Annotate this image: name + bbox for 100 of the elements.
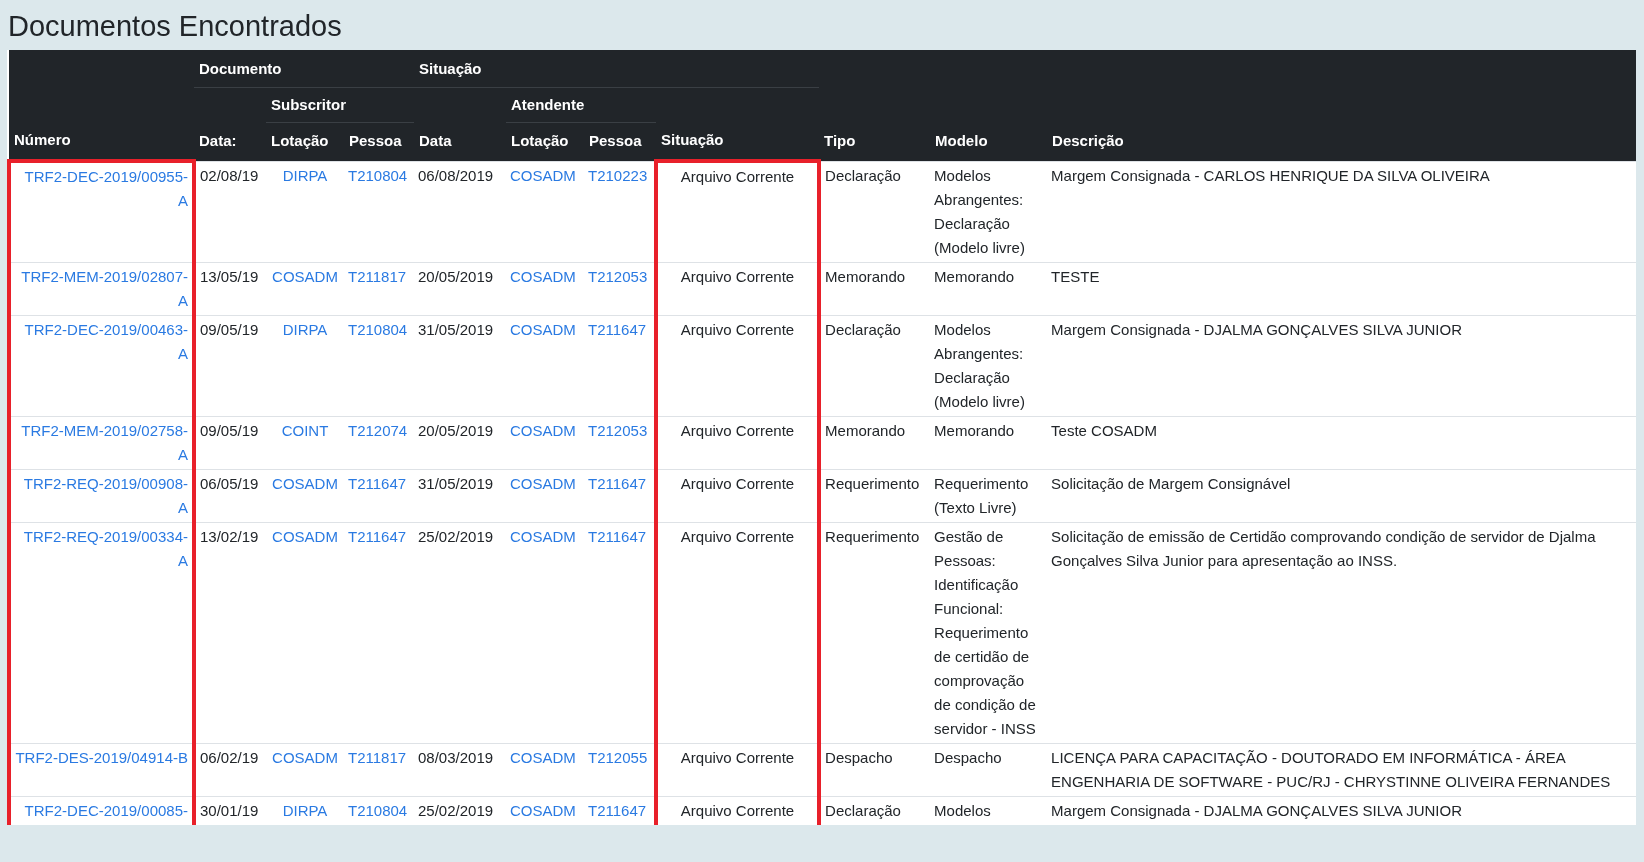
table-cell: Declaração bbox=[825, 320, 901, 338]
column-header: Pessoa bbox=[589, 132, 642, 149]
table-cell: Gestão de Pessoas: Identificação Funcional: Requerimento de certidão de comprovação de condição de servidor - INSS bbox=[934, 527, 1036, 737]
table-cell: Requerimento (Texto Livre) bbox=[934, 474, 1029, 516]
document-link[interactable]: COSADM bbox=[510, 317, 580, 342]
document-link[interactable]: T210223 bbox=[588, 163, 650, 188]
table-cell: Modelos Abrangentes: Declaração (Modelo livre) bbox=[934, 166, 1025, 256]
document-link[interactable]: TRF2-DES-2019/04914-B bbox=[15, 745, 188, 770]
document-link[interactable]: COSADM bbox=[510, 264, 580, 289]
column-header: Data: bbox=[199, 132, 237, 149]
table-cell: 13/02/19 bbox=[200, 527, 259, 545]
column-group-header: Situação bbox=[419, 60, 482, 77]
table-cell: Arquivo Corrente bbox=[680, 267, 795, 285]
document-link[interactable]: T212053 bbox=[588, 264, 650, 289]
document-link[interactable]: COSADM bbox=[510, 471, 580, 496]
column-header: Lotação bbox=[511, 132, 569, 149]
table-cell: 13/05/19 bbox=[200, 267, 259, 285]
document-link[interactable]: T212053 bbox=[588, 418, 650, 443]
document-link[interactable]: T211817 bbox=[348, 745, 410, 770]
table-cell: TESTE bbox=[1051, 267, 1100, 285]
column-header: Modelo bbox=[935, 132, 988, 149]
column-header: Tipo bbox=[824, 132, 856, 149]
table-cell: Declaração bbox=[825, 166, 901, 184]
table-cell: 06/02/19 bbox=[200, 748, 259, 766]
column-header: Número bbox=[14, 130, 71, 148]
table-cell: Arquivo Corrente bbox=[680, 474, 795, 492]
table-cell: 25/02/2019 bbox=[418, 801, 494, 819]
document-link[interactable]: COSADM bbox=[270, 524, 340, 549]
table-cell: Memorando bbox=[825, 421, 906, 439]
table-cell: 06/08/2019 bbox=[418, 166, 494, 184]
table-cell: Teste COSADM bbox=[1051, 421, 1157, 439]
table-cell: Arquivo Corrente bbox=[680, 421, 795, 439]
page-title: Documentos Encontrados bbox=[7, 9, 343, 44]
table-cell: Declaração bbox=[825, 801, 901, 819]
document-link[interactable]: TRF2-REQ-2019/00334-A bbox=[15, 524, 188, 573]
document-link[interactable]: TRF2-DEC-2019/00463-A bbox=[15, 317, 188, 366]
document-link[interactable]: DIRPA bbox=[270, 798, 340, 823]
document-link[interactable]: DIRPA bbox=[270, 317, 340, 342]
table-cell: Arquivo Corrente bbox=[680, 168, 795, 185]
table-cell: Memorando bbox=[934, 421, 1015, 439]
document-link[interactable]: T211647 bbox=[588, 524, 650, 549]
table-cell: 20/05/2019 bbox=[418, 267, 494, 285]
column-group-header: Documento bbox=[199, 60, 282, 77]
table-cell: 31/05/2019 bbox=[418, 320, 494, 338]
column-header: Data bbox=[419, 132, 452, 149]
table-cell: 09/05/19 bbox=[200, 320, 259, 338]
table-cell: 08/03/2019 bbox=[418, 748, 494, 766]
document-link[interactable]: T210804 bbox=[348, 163, 410, 188]
table-cell: 09/05/19 bbox=[200, 421, 259, 439]
table-cell: Margem Consignada - DJALMA GONÇALVES SILVA JUNIOR bbox=[1051, 801, 1463, 819]
column-header: Descrição bbox=[1052, 132, 1124, 149]
document-link[interactable]: T211817 bbox=[348, 264, 410, 289]
table-cell: Despacho bbox=[825, 748, 893, 766]
document-link[interactable]: T212074 bbox=[348, 418, 410, 443]
table-cell: Arquivo Corrente bbox=[680, 527, 795, 545]
document-link[interactable]: COSADM bbox=[510, 745, 580, 770]
document-link[interactable]: T210804 bbox=[348, 317, 410, 342]
document-link[interactable]: TRF2-DEC-2019/00085- bbox=[15, 798, 188, 823]
table-cell: Modelos bbox=[934, 801, 991, 819]
document-link[interactable]: COSADM bbox=[270, 471, 340, 496]
table-cell: 02/08/19 bbox=[200, 166, 259, 184]
document-link[interactable]: TRF2-MEM-2019/02758-A bbox=[15, 418, 188, 467]
document-link[interactable]: COSADM bbox=[510, 418, 580, 443]
document-link[interactable]: COSADM bbox=[510, 524, 580, 549]
document-link[interactable]: T211647 bbox=[588, 798, 650, 823]
table-cell: Memorando bbox=[825, 267, 906, 285]
document-link[interactable]: T211647 bbox=[348, 524, 410, 549]
table-cell: 25/02/2019 bbox=[418, 527, 494, 545]
table-cell: Arquivo Corrente bbox=[680, 320, 795, 338]
table-cell: Despacho bbox=[934, 748, 1002, 766]
document-link[interactable]: DIRPA bbox=[270, 163, 340, 188]
table-cell: Solicitação de emissão de Certidão comprovando condição de servidor de Djalma Gonçalves Silva Junior para apresentação ao INSS. bbox=[1051, 527, 1596, 569]
column-group-header: Atendente bbox=[511, 95, 585, 113]
document-link[interactable]: COSADM bbox=[510, 163, 580, 188]
table-cell: Modelos Abrangentes: Declaração (Modelo livre) bbox=[934, 320, 1025, 410]
document-link[interactable]: COINT bbox=[270, 418, 340, 443]
column-group-header: Subscritor bbox=[271, 95, 346, 113]
table-cell: Solicitação de Margem Consignável bbox=[1051, 474, 1291, 492]
document-link[interactable]: T210804 bbox=[348, 798, 410, 823]
document-link[interactable]: T212055 bbox=[588, 745, 650, 770]
table-cell: 06/05/19 bbox=[200, 474, 259, 492]
document-link[interactable]: T211647 bbox=[348, 471, 410, 496]
document-link[interactable]: TRF2-MEM-2019/02807-A bbox=[15, 264, 188, 313]
document-link[interactable]: T211647 bbox=[588, 471, 650, 496]
table-cell: 30/01/19 bbox=[200, 801, 259, 819]
column-header: Lotação bbox=[271, 132, 329, 149]
table-cell: Memorando bbox=[934, 267, 1015, 285]
column-header: Pessoa bbox=[349, 132, 402, 149]
table-cell: 20/05/2019 bbox=[418, 421, 494, 439]
document-link[interactable]: COSADM bbox=[510, 798, 580, 823]
document-link[interactable]: COSADM bbox=[270, 264, 340, 289]
document-link[interactable]: TRF2-REQ-2019/00908-A bbox=[15, 471, 188, 520]
table-cell: LICENÇA PARA CAPACITAÇÃO - DOUTORADO EM INFORMÁTICA - ÁREA ENGENHARIA DE SOFTWARE - PUC/RJ - CHRYSTINNE OLIVEIRA FERNANDES bbox=[1051, 748, 1611, 790]
document-link[interactable]: COSADM bbox=[270, 745, 340, 770]
table-cell: Margem Consignada - DJALMA GONÇALVES SILVA JUNIOR bbox=[1051, 320, 1463, 338]
table-cell: Margem Consignada - CARLOS HENRIQUE DA SILVA OLIVEIRA bbox=[1051, 166, 1490, 184]
table-cell: 31/05/2019 bbox=[418, 474, 494, 492]
table-cell: Requerimento bbox=[825, 474, 920, 492]
table-cell: Arquivo Corrente bbox=[680, 801, 795, 819]
document-link[interactable]: T211647 bbox=[588, 317, 650, 342]
